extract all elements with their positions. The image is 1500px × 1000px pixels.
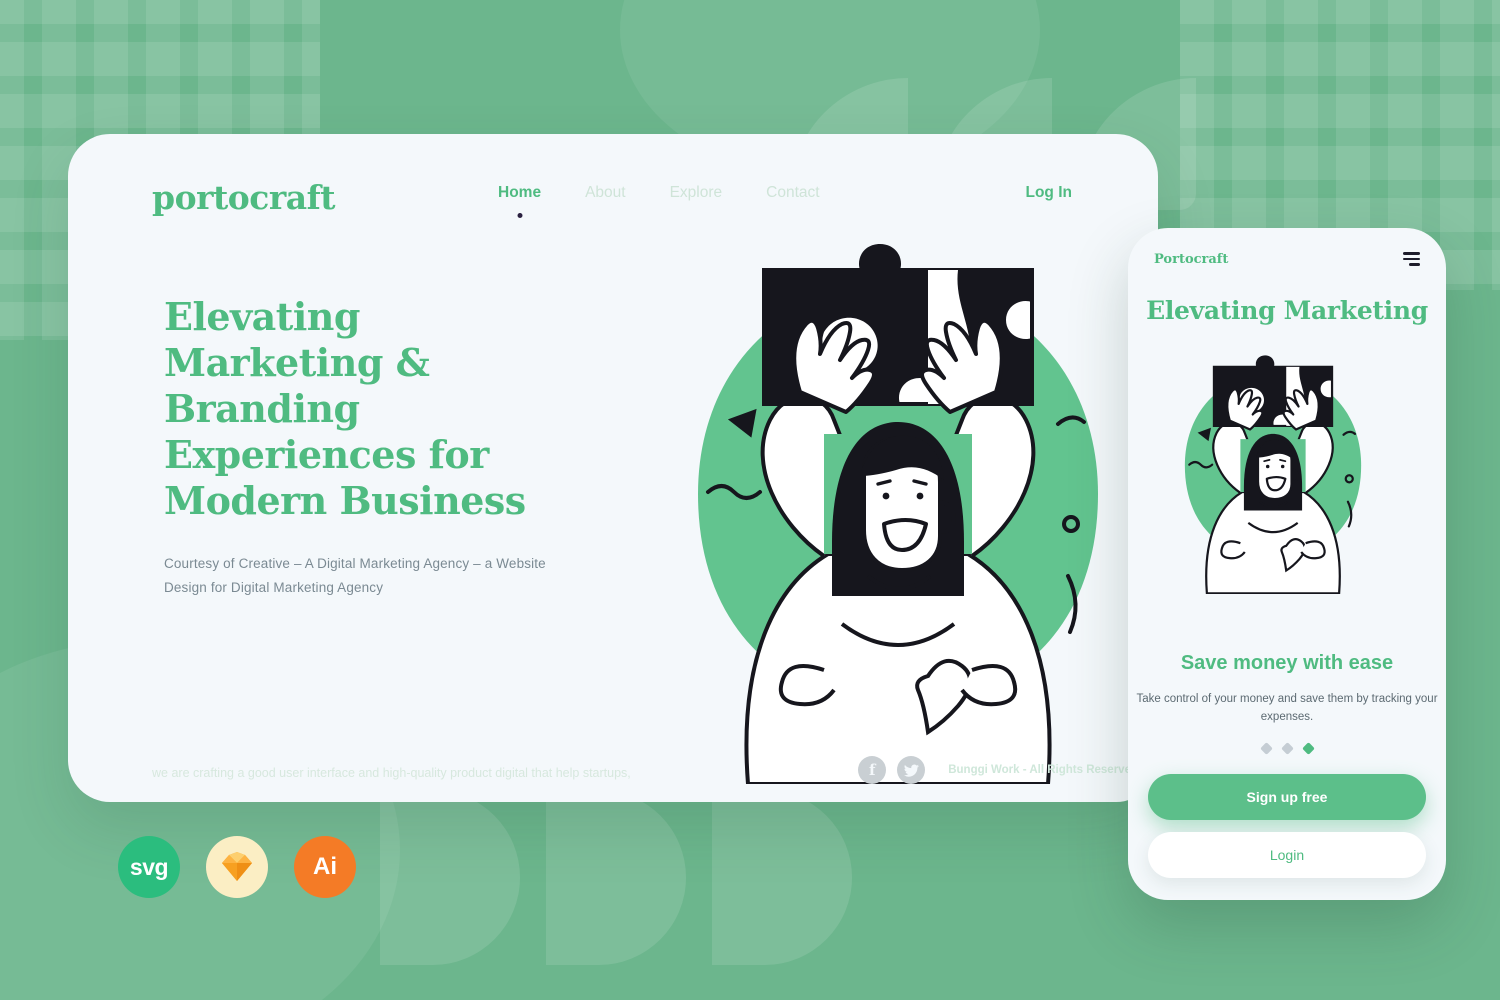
mobile-navbar: Portocraft <box>1128 228 1446 290</box>
carousel-indicator <box>1128 742 1446 755</box>
sketch-format-badge[interactable] <box>206 836 268 898</box>
sketch-diamond-icon <box>222 852 252 881</box>
hero-text-block: Elevating Marketing & Branding Experienc… <box>164 294 564 600</box>
svg-format-badge[interactable]: svg <box>118 836 180 898</box>
quote-shape <box>712 790 852 965</box>
carousel-dot-3[interactable] <box>1301 742 1315 755</box>
login-button[interactable]: Login <box>1148 832 1426 878</box>
background-quote-marks-bottom <box>380 790 852 965</box>
twitter-icon[interactable] <box>897 756 926 784</box>
file-format-badges: svg Ai <box>118 836 356 898</box>
login-link[interactable]: Log In <box>1026 184 1073 202</box>
nav-item-about[interactable]: About <box>585 184 626 204</box>
mobile-section-title: Save money with ease <box>1180 652 1394 674</box>
brand-logo[interactable]: portocraft <box>152 178 336 217</box>
nav-item-explore[interactable]: Explore <box>670 184 723 204</box>
hamburger-menu-icon[interactable] <box>1403 252 1420 266</box>
hero-illustration <box>628 224 1158 786</box>
mobile-brand-logo[interactable]: Portocraft <box>1154 252 1228 267</box>
mobile-headline: Elevating Marketing <box>1146 296 1428 325</box>
footer-copyright: Bunggi Work - All Rights Reserved <box>948 764 1138 776</box>
carousel-dot-2[interactable] <box>1280 742 1294 755</box>
hero-headline: Elevating Marketing & Branding Experienc… <box>164 294 526 523</box>
nav-item-contact[interactable]: Contact <box>766 184 819 204</box>
mobile-section-description: Take control of your money and save them… <box>1136 693 1438 723</box>
nav-links: Home About Explore Contact <box>498 184 820 218</box>
active-nav-indicator-dot <box>517 213 523 218</box>
mobile-illustration <box>1154 346 1392 595</box>
desktop-footer: we are crafting a good user interface an… <box>68 712 1158 802</box>
mobile-mockup-card: Portocraft Elevating Marketing Save mone… <box>1128 228 1446 900</box>
hamburger-line <box>1403 252 1420 255</box>
quote-shape <box>546 790 686 965</box>
ai-format-badge[interactable]: Ai <box>294 836 356 898</box>
nav-item-home[interactable]: Home <box>498 184 542 218</box>
quote-shape <box>380 790 520 965</box>
desktop-mockup-card: portocraft Home About Explore Contact Lo… <box>68 134 1158 802</box>
facebook-icon[interactable]: f <box>858 756 887 784</box>
signup-button[interactable]: Sign up free <box>1148 774 1426 820</box>
hamburger-line <box>1403 257 1420 261</box>
nav-item-home-label: Home <box>498 184 542 201</box>
footer-tagline: we are crafting a good user interface an… <box>152 766 631 780</box>
footer-right-group: f Bunggi Work - All Rights Reserved <box>858 756 1138 784</box>
hamburger-line <box>1409 263 1420 266</box>
hero-subtitle: Courtesy of Creative – A Digital Marketi… <box>164 556 546 595</box>
carousel-dot-1[interactable] <box>1259 742 1273 755</box>
